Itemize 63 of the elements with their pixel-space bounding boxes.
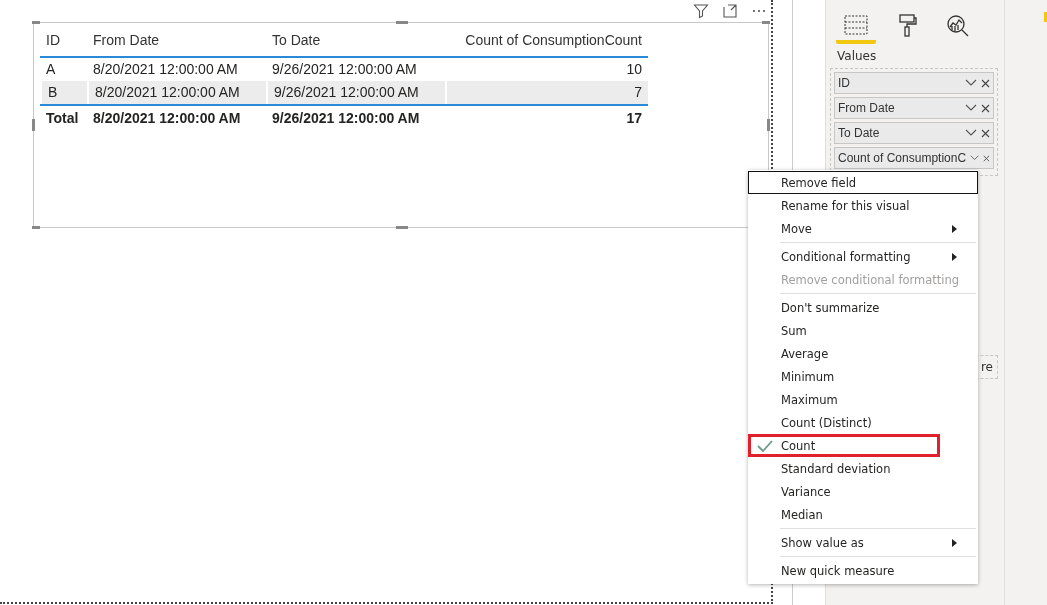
close-icon[interactable] [981,128,990,138]
total-cell: 17 [445,104,648,129]
field-name: Count of ConsumptionC [838,151,967,165]
resize-handle[interactable] [32,21,40,24]
chevron-down-icon[interactable] [970,154,980,162]
column-header[interactable]: Count of ConsumptionCount [445,29,648,58]
resize-handle[interactable] [396,21,408,24]
table-cell-text: 8/20/2021 12:00:00 AM [92,60,239,79]
table-cell-text: A [45,60,57,79]
table-visual[interactable]: ID From Date To Date Count of ConsumptionCount A 8/20/2021 12:00:00 AM 9/26/2021 12:00:00 AM 10 B 8/20/2021 12:00:00 AM 9/26/2021 12:00:00 AM 7 Total 8/20/2021 12:00:00 AM 9/26/2021 12:00:00 AM 17 [33,22,769,228]
total-cell: 8/20/2021 12:00:00 AM [87,104,266,129]
menu-item[interactable]: Show value as [748,531,978,554]
table-cell: 9/26/2021 12:00:00 AM [266,81,445,104]
menu-item[interactable]: Standard deviation [748,457,978,480]
menu-item[interactable]: Count [748,434,940,457]
chevron-down-icon[interactable] [965,104,977,112]
submenu-arrow-icon [952,538,957,547]
table-cell-text: 10 [625,60,643,79]
column-header[interactable]: ID [40,29,87,58]
close-icon[interactable] [983,153,990,163]
menu-item[interactable]: Minimum [748,365,978,388]
menu-item[interactable]: Sum [748,319,978,342]
field-pill[interactable]: From Date [834,97,994,119]
section-label: Values [836,48,878,63]
close-icon[interactable] [981,78,990,88]
menu-item[interactable]: Average [748,342,978,365]
field-pill[interactable]: To Date [834,122,994,144]
resize-handle[interactable] [767,119,770,131]
table-cell: B [40,81,87,104]
chevron-down-icon[interactable] [965,129,977,137]
submenu-arrow-icon [952,252,957,261]
field-pill[interactable]: ID [834,72,994,94]
total-cell: Total [40,104,87,129]
field-pill[interactable]: Count of ConsumptionC [834,147,994,169]
checkmark-icon [757,439,773,452]
menu-item[interactable]: Remove field [748,171,978,194]
menu-item[interactable]: Don't summarize [748,296,978,319]
chevron-down-icon[interactable] [965,79,977,87]
well-text: re [980,360,993,374]
submenu-arrow-icon [952,224,957,233]
field-name: ID [838,76,851,90]
table-cell: 8/20/2021 12:00:00 AM [87,81,266,104]
filter-icon[interactable] [693,3,709,19]
menu-item[interactable]: Maximum [748,388,978,411]
pane-marker [1044,12,1047,22]
resize-handle[interactable] [396,226,408,229]
resize-handle[interactable] [762,21,770,24]
table-cell: 7 [445,81,648,104]
column-header[interactable]: From Date [87,29,266,58]
close-icon[interactable] [981,103,990,113]
menu-item[interactable]: Conditional formatting [748,245,978,268]
menu-item[interactable]: New quick measure [748,559,978,582]
total-cell: 9/26/2021 12:00:00 AM [266,104,445,129]
menu-item[interactable]: Variance [748,480,978,503]
resize-handle[interactable] [32,226,40,229]
column-header[interactable]: To Date [266,29,445,58]
resize-handle[interactable] [32,119,35,131]
focus-mode-icon[interactable] [722,3,738,19]
table-cell-text: 9/26/2021 12:00:00 AM [271,60,418,79]
field-name: From Date [838,101,896,115]
field-name: To Date [838,126,881,140]
menu-item[interactable]: Count (Distinct) [748,411,978,434]
menu-item[interactable]: Median [748,503,978,526]
